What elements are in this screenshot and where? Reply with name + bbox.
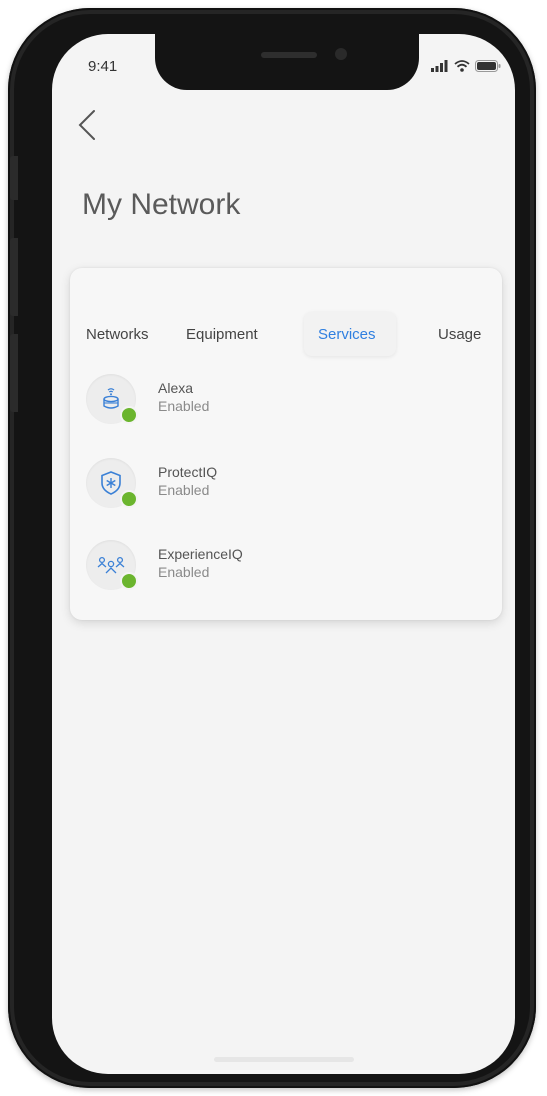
camera [335,48,347,60]
home-indicator[interactable] [213,1057,354,1062]
service-name: ProtectIQ [158,464,218,480]
speaker [261,52,317,58]
status-time: 9:41 [88,58,118,75]
enabled-status-dot [120,406,138,424]
wifi-icon [454,60,470,72]
service-item-alexa[interactable]: Alexa Enabled [82,370,482,434]
tab-usage[interactable]: Usage [438,326,481,343]
chevron-left-icon [78,110,95,140]
silent-switch [10,156,18,200]
page-title: My Network [82,188,241,221]
phone-frame: 9:41 My Network Networks Equipment Servi… [8,8,536,1088]
enabled-status-dot [120,572,138,590]
service-name: Alexa [158,380,194,396]
tab-networks[interactable]: Networks [86,326,149,343]
tab-services[interactable]: Services [318,326,376,343]
enabled-status-dot [120,490,138,508]
volume-down-button [10,334,18,412]
services-card: Networks Equipment Services Usage Alexa … [70,268,502,620]
service-status: Enabled [158,564,210,580]
service-item-protectiq[interactable]: ProtectIQ Enabled [82,454,482,518]
volume-up-button [10,238,18,316]
cellular-signal-icon [431,60,448,72]
screen: 9:41 My Network Networks Equipment Servi… [52,34,515,1074]
service-name: ExperienceIQ [158,546,243,562]
tab-equipment[interactable]: Equipment [186,326,258,343]
service-status: Enabled [158,482,210,498]
service-status: Enabled [158,398,210,414]
notch [155,34,419,90]
back-button[interactable] [72,108,102,142]
service-item-experienceiq[interactable]: ExperienceIQ Enabled [82,536,482,600]
battery-icon [475,60,501,72]
status-icons [431,60,501,72]
